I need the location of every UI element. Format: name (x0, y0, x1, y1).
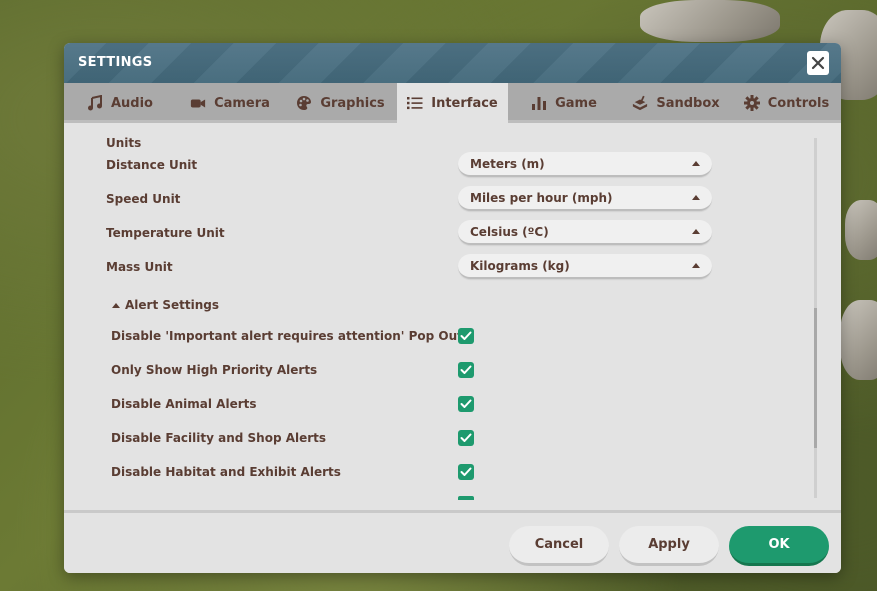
tab-game[interactable]: Game (508, 83, 620, 123)
caret-up-icon (692, 229, 700, 234)
checkmark-icon (460, 331, 472, 340)
sandbox-icon (632, 95, 648, 111)
tab-label: Audio (110, 95, 153, 111)
speed-unit-label: Speed Unit (106, 192, 181, 206)
apply-button[interactable]: Apply (619, 526, 719, 566)
background-rock (840, 300, 877, 380)
collapse-icon (112, 302, 120, 308)
alert-settings-toggle[interactable]: Alert Settings (112, 298, 219, 312)
tab-label: Camera (214, 95, 270, 111)
alert-option-label: Disable Habitat and Exhibit Alerts (111, 465, 341, 479)
close-button[interactable] (807, 51, 829, 75)
distance-unit-dropdown[interactable]: Meters (m) (458, 152, 712, 177)
bar-chart-icon (531, 95, 547, 111)
dialog-footer: Cancel Apply OK (64, 510, 841, 573)
checkmark-icon (460, 467, 472, 476)
camera-icon (190, 95, 206, 111)
alert-option-label: Only Show High Priority Alerts (111, 363, 318, 377)
dialog-titlebar: SETTINGS (64, 43, 841, 83)
tab-graphics[interactable]: Graphics (284, 83, 397, 123)
dialog-title: SETTINGS (78, 55, 153, 70)
alert-option-label: Disable 'Important alert requires attent… (111, 329, 463, 343)
alert-option-checkbox[interactable] (458, 328, 474, 344)
cancel-button[interactable]: Cancel (509, 526, 609, 566)
alert-option-checkbox[interactable] (458, 396, 474, 412)
caret-up-icon (692, 195, 700, 200)
tab-label: Graphics (320, 95, 385, 111)
temperature-unit-dropdown[interactable]: Celsius (ºC) (458, 220, 712, 245)
tab-bar: Audio Camera Graphics Interface Game San… (64, 83, 841, 123)
tab-controls[interactable]: Controls (732, 83, 841, 123)
distance-unit-label: Distance Unit (106, 158, 198, 172)
alert-option-checkbox[interactable] (458, 430, 474, 446)
mass-unit-dropdown[interactable]: Kilograms (kg) (458, 254, 712, 279)
alert-option-checkbox[interactable] (458, 362, 474, 378)
checkmark-icon (460, 365, 472, 374)
checkmark-icon (460, 433, 472, 442)
settings-dialog: SETTINGS Audio Camera Graphics Interface… (64, 43, 841, 573)
caret-up-icon (692, 161, 700, 166)
temperature-unit-label: Temperature Unit (106, 226, 225, 240)
alert-settings-label: Alert Settings (125, 298, 220, 312)
tab-camera[interactable]: Camera (176, 83, 284, 123)
tab-sandbox[interactable]: Sandbox (620, 83, 732, 123)
scrollbar-thumb[interactable] (814, 308, 817, 448)
close-icon (811, 56, 825, 70)
dropdown-value: Meters (m) (470, 156, 545, 171)
tab-label: Controls (767, 95, 830, 111)
tab-label: Sandbox (656, 95, 720, 111)
alert-option-label: Disable Animal Alerts (111, 397, 257, 411)
alert-option-label: Disable Facility and Shop Alerts (111, 431, 327, 445)
mass-unit-label: Mass Unit (106, 260, 173, 274)
dropdown-value: Kilograms (kg) (470, 258, 570, 273)
gear-icon (743, 95, 760, 111)
tab-label: Interface (431, 95, 498, 111)
checkmark-icon (460, 399, 472, 408)
speed-unit-dropdown[interactable]: Miles per hour (mph) (458, 186, 712, 211)
music-icon (87, 95, 103, 111)
dropdown-value: Miles per hour (mph) (470, 190, 613, 205)
palette-icon (296, 95, 312, 111)
background-rock (845, 200, 877, 260)
dropdown-value: Celsius (ºC) (470, 224, 549, 239)
caret-up-icon (692, 263, 700, 268)
tab-label: Game (555, 95, 597, 111)
units-section-label: Units (106, 136, 142, 150)
alert-option-checkbox[interactable] (458, 496, 474, 500)
settings-content: Units Distance Unit Meters (m) Speed Uni… (64, 126, 841, 510)
ok-button[interactable]: OK (729, 526, 829, 566)
background-rock (640, 0, 780, 42)
tab-interface[interactable]: Interface (397, 83, 508, 123)
tab-audio[interactable]: Audio (64, 83, 176, 123)
list-icon (407, 95, 423, 111)
alert-option-checkbox[interactable] (458, 464, 474, 480)
